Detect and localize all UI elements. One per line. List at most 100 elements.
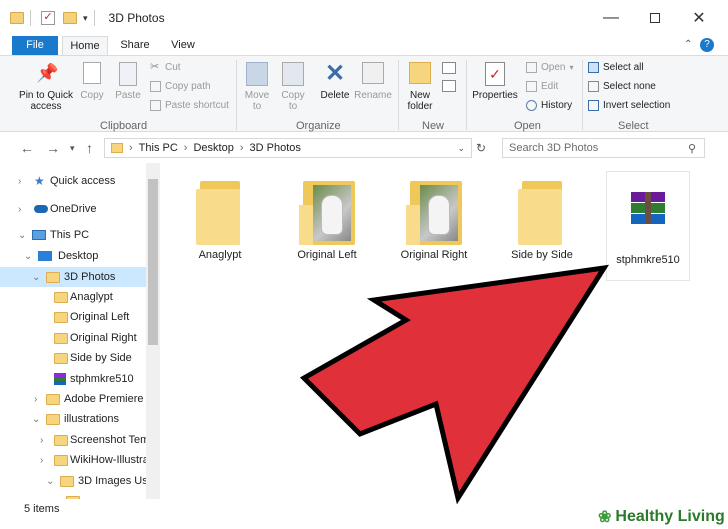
copy-to-label: Copy to: [281, 90, 305, 112]
tab-view[interactable]: View: [160, 36, 206, 56]
desktop-icon: [38, 251, 52, 261]
nav-item-onedrive[interactable]: › OneDrive: [0, 199, 146, 219]
tab-share[interactable]: Share: [112, 36, 158, 56]
divider: [93, 10, 95, 26]
minimize-icon: —: [603, 9, 619, 26]
nav-label: Screenshot Temp: [70, 434, 156, 446]
copy-button[interactable]: Copy: [78, 62, 106, 101]
nav-item-3d-images[interactable]: ⌄ 3D Images Usin: [0, 471, 156, 491]
nav-item-this-pc[interactable]: ⌄ This PC: [0, 225, 146, 245]
close-button[interactable]: ✕: [676, 0, 722, 36]
edit-button[interactable]: Edit: [526, 81, 558, 92]
move-to-icon: [246, 62, 268, 86]
nav-label: 3D Photos: [64, 271, 116, 283]
file-item-stphmkre510[interactable]: stphmkre510: [606, 171, 690, 281]
open-group-label: Open: [514, 120, 541, 132]
breadcrumb-3d-photos[interactable]: 3D Photos: [250, 142, 301, 154]
nav-item-quick-access[interactable]: › ★ Quick access: [0, 171, 146, 191]
archive-icon: [631, 192, 665, 226]
tab-home[interactable]: Home: [62, 36, 108, 56]
customize-quick-access-icon[interactable]: ▾: [83, 13, 88, 24]
address-dropdown-icon[interactable]: ⌄: [457, 143, 465, 154]
invert-selection-label: Invert selection: [603, 100, 671, 111]
rename-label: Rename: [354, 90, 392, 101]
invert-selection-button[interactable]: Invert selection: [588, 100, 670, 111]
star-icon: ★: [34, 174, 45, 188]
organize-group-label: Organize: [296, 120, 341, 132]
open-label: Open: [541, 62, 566, 73]
rename-button[interactable]: Rename: [354, 62, 392, 101]
help-icon[interactable]: ?: [700, 38, 714, 52]
new-item-icon[interactable]: [442, 62, 456, 74]
nav-item-anaglypt[interactable]: Anaglypt: [0, 287, 146, 307]
paste-button[interactable]: Paste: [112, 62, 144, 101]
cut-button[interactable]: ✂ Cut: [150, 62, 181, 74]
nav-item-adobe-premiere[interactable]: › Adobe Premiere El: [0, 389, 156, 409]
nav-item-original-right[interactable]: Original Right: [0, 328, 146, 348]
file-item-original-left[interactable]: Original Left: [277, 177, 377, 261]
address-row: ← → ▾ ↑ › This PC › Desktop › 3D Photos …: [0, 133, 728, 163]
paste-shortcut-button[interactable]: Paste shortcut: [150, 100, 229, 111]
chevron-right-icon: ›: [40, 434, 44, 446]
ribbon: 📌 Pin to Quick access Copy Paste ✂ Cut C…: [0, 55, 728, 132]
new-folder-label: New folder: [407, 90, 433, 112]
file-item-side-by-side[interactable]: Side by Side: [492, 177, 592, 261]
copy-to-button[interactable]: Copy to: [278, 62, 308, 112]
nav-item-original-left[interactable]: Original Left: [0, 307, 146, 327]
nav-item-stphmkre510[interactable]: stphmkre510: [0, 369, 146, 389]
ribbon-tabs: File Home Share View ⌃ ?: [0, 36, 728, 56]
file-item-anaglypt[interactable]: Anaglypt: [170, 177, 270, 261]
properties-quick-icon[interactable]: ✓: [41, 11, 55, 25]
new-folder-quick-icon[interactable]: [63, 12, 77, 24]
divider: [30, 10, 31, 26]
properties-icon: ✓: [485, 62, 505, 86]
chevron-down-icon: ⌄: [46, 475, 55, 487]
nav-item-screenshot-temp[interactable]: › Screenshot Temp: [0, 430, 155, 450]
archive-icon: [54, 373, 66, 385]
nav-label: This PC: [50, 229, 90, 241]
nav-item-illustrations[interactable]: ⌄ illustrations: [0, 409, 146, 429]
nav-item-desktop[interactable]: ⌄ Desktop: [0, 246, 146, 266]
nav-item-3d-photos[interactable]: ⌄ 3D Photos: [0, 267, 146, 287]
file-list: Anaglypt Original Left Original Right Si…: [160, 163, 728, 499]
search-input[interactable]: Search 3D Photos ⚲: [502, 138, 705, 158]
delete-button[interactable]: ✕ Delete: [318, 62, 352, 102]
breadcrumb-this-pc[interactable]: This PC: [139, 142, 178, 154]
forward-arrow-icon[interactable]: →: [46, 140, 60, 156]
item-count: 5 items: [24, 503, 60, 515]
copy-path-button[interactable]: Copy path: [150, 81, 211, 92]
paste-label: Paste: [115, 90, 141, 101]
divider: [582, 60, 583, 130]
move-to-label: Move to: [244, 90, 270, 112]
select-all-button[interactable]: Select all: [588, 62, 644, 73]
new-folder-button[interactable]: New folder: [402, 62, 438, 112]
maximize-button[interactable]: [632, 0, 678, 36]
move-to-button[interactable]: Move to: [242, 62, 272, 112]
recent-locations-icon[interactable]: ▾: [70, 143, 75, 154]
collapse-ribbon-icon[interactable]: ⌃: [684, 39, 692, 50]
properties-button[interactable]: ✓ Properties: [472, 62, 518, 101]
minimize-button[interactable]: —: [588, 0, 634, 36]
breadcrumb-desktop[interactable]: Desktop: [193, 142, 233, 154]
breadcrumb-separator-icon: ›: [183, 142, 188, 154]
select-none-button[interactable]: Select none: [588, 81, 656, 92]
back-arrow-icon[interactable]: ←: [20, 140, 34, 156]
open-icon: [526, 62, 537, 73]
easy-access-icon[interactable]: [442, 80, 456, 92]
address-bar[interactable]: › This PC › Desktop › 3D Photos ⌄: [104, 138, 472, 158]
nav-label: Side by Side: [70, 352, 132, 364]
divider: [236, 60, 237, 130]
watermark: ❀ Healthy Living: [598, 505, 728, 529]
clipboard-group-label: Clipboard: [100, 120, 148, 132]
refresh-icon[interactable]: ↻: [476, 141, 486, 155]
up-arrow-icon[interactable]: ↑: [86, 140, 93, 156]
pin-to-quick-access-button[interactable]: 📌 Pin to Quick access: [14, 62, 78, 112]
nav-item-side-by-side[interactable]: Side by Side: [0, 348, 146, 368]
tab-file[interactable]: File: [12, 36, 58, 56]
open-button[interactable]: Open ▾: [526, 62, 573, 73]
folder-icon: [54, 311, 68, 323]
nav-scrollbar-thumb[interactable]: [148, 179, 158, 345]
file-item-original-right[interactable]: Original Right: [384, 177, 484, 261]
nav-item-wikihow-illustra[interactable]: › WikiHow-Illustra: [0, 450, 149, 470]
history-button[interactable]: History: [526, 100, 572, 111]
